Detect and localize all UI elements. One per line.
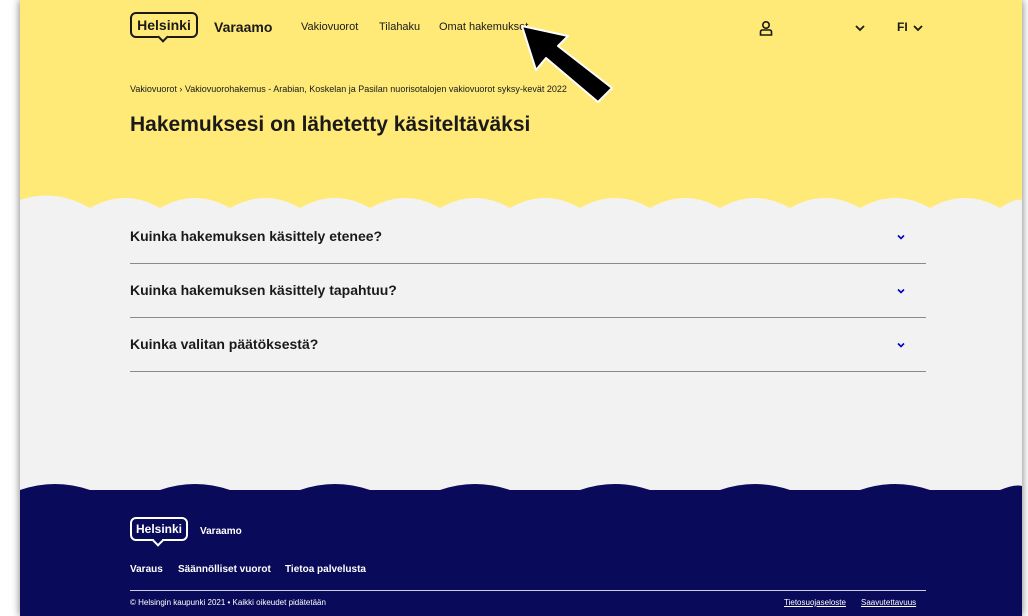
page-title: Hakemuksesi on lähetetty käsiteltäväksi (130, 113, 531, 136)
footer-link-saannolliset-vuorot[interactable]: Säännölliset vuorot (178, 564, 271, 575)
logo-text: Helsinki (137, 17, 191, 33)
browser-page: Helsinki Varaamo Vakiovuorot Tilahaku Om… (20, 0, 1022, 616)
brand-name-footer[interactable]: Varaamo (200, 526, 242, 537)
footer-divider (130, 590, 926, 591)
accordion-label: Kuinka hakemuksen käsittely etenee? (130, 228, 383, 244)
accessibility-link[interactable]: Saavutettavuus (861, 598, 916, 607)
brand-name[interactable]: Varaamo (214, 19, 272, 35)
logo-text: Helsinki (135, 522, 183, 536)
nav-link-tilahaku[interactable]: Tilahaku (379, 21, 420, 33)
footer-link-varaus[interactable]: Varaus (130, 564, 163, 575)
user-icon[interactable] (758, 20, 774, 36)
mouse-pointer-icon (521, 25, 613, 103)
accordion-label: Kuinka hakemuksen käsittely tapahtuu? (130, 282, 397, 298)
footer-link-tietoa-palvelusta[interactable]: Tietoa palvelusta (285, 564, 366, 575)
accordion-item-tapahtuu[interactable]: Kuinka hakemuksen käsittely tapahtuu? (130, 264, 926, 318)
copyright-text: © Helsingin kaupunki 2021 • Kaikki oikeu… (130, 598, 326, 607)
language-selector[interactable]: FI (897, 20, 908, 34)
accordion-item-valitus[interactable]: Kuinka valitan päätöksestä? (130, 318, 926, 372)
chevron-down-icon[interactable] (854, 22, 866, 34)
chevron-down-icon (897, 288, 905, 294)
nav-link-vakiovuorot[interactable]: Vakiovuorot (301, 21, 358, 33)
language-chevron-icon[interactable] (912, 22, 924, 34)
wave-divider-bottom (20, 484, 1022, 502)
breadcrumb[interactable]: Vakiovuorot › Vakiovuorohakemus - Arabia… (130, 84, 567, 94)
accordion-item-etenee[interactable]: Kuinka hakemuksen käsittely etenee? (130, 210, 926, 264)
nav-link-omat-hakemukset[interactable]: Omat hakemukset (439, 21, 528, 33)
chevron-down-icon (897, 234, 905, 240)
accordion-label: Kuinka valitan päätöksestä? (130, 336, 319, 352)
privacy-policy-link[interactable]: Tietosuojaseloste (784, 598, 846, 607)
chevron-down-icon (897, 342, 905, 348)
